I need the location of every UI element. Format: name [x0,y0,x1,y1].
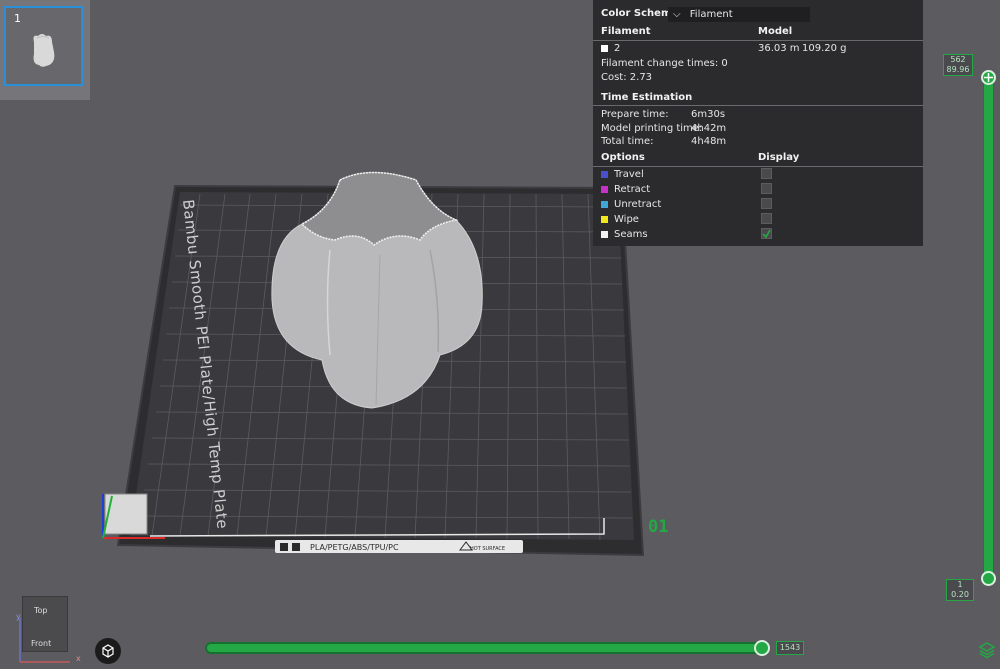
filament-color-swatch [601,44,608,52]
option-label: Travel [614,169,644,180]
filament-change-times: Filament change times: 0 [601,58,728,69]
plate-index-label: 01 [648,517,668,537]
option-label: Wipe [614,214,639,225]
option-seams: Seams [601,229,648,240]
display-header: Display [758,152,800,163]
layer-slider-track[interactable] [983,78,994,580]
unretract-color-swatch [601,200,608,208]
travel-display-checkbox[interactable] [761,168,772,179]
travel-color-swatch [601,170,608,178]
top-layer-height: 89.96 [946,65,970,74]
hot-surface-label: HOT SURFACE [470,546,505,552]
seams-color-swatch [601,230,608,238]
reset-view-button[interactable] [95,638,121,664]
top-layer-number: 562 [950,55,966,64]
filament-weight: 109.20 g [802,43,847,54]
option-retract: Retract [601,184,650,195]
option-label: Retract [614,184,651,195]
option-label: Unretract [614,199,662,210]
color-scheme-label: Color Scheme [601,8,679,19]
total-time-value: 4h48m [691,136,727,147]
filament-header: Filament [601,26,651,37]
qr-icon [280,543,288,551]
layer-slider-top-handle[interactable] [981,70,996,85]
model-header: Model [758,26,793,37]
color-scheme-value: Filament [689,9,733,20]
chevron-down-icon: ⌵ [673,9,681,20]
gcode-legend-panel: Color Scheme ⌵ Filament Filament Model 2… [593,0,923,246]
option-wipe: Wipe [601,214,639,225]
move-slider-handle[interactable] [754,640,770,656]
axis-indicator [19,618,70,663]
axis-y-label: y [16,612,21,621]
layers-icon[interactable] [978,641,996,659]
model-printing-time-value: 4h42m [691,123,727,134]
qr-icon [292,543,300,551]
option-travel: Travel [601,169,644,180]
wipe-display-checkbox[interactable] [761,213,772,224]
color-scheme-dropdown[interactable]: ⌵ Filament [668,7,810,22]
retract-color-swatch [601,185,608,193]
layer-slider-bottom-handle[interactable] [981,571,996,586]
prepare-time-value: 6m30s [691,109,726,120]
filament-name: 2 [614,43,621,54]
options-header: Options [601,152,645,163]
filament-row: 2 [601,43,620,54]
time-estimation-header: Time Estimation [601,92,693,103]
move-slider-track[interactable] [205,642,765,654]
bottom-layer-height: 0.20 [951,590,969,599]
option-label: Seams [614,229,648,240]
plus-icon [984,73,993,82]
plate-materials-label: PLA/PETG/ABS/TPU/PC [310,543,399,552]
top-layer-label: 562 89.96 [943,54,973,76]
wipe-color-swatch [601,215,608,223]
cost-text: Cost: 2.73 [601,72,653,83]
unretract-display-checkbox[interactable] [761,198,772,209]
retract-display-checkbox[interactable] [761,183,772,194]
option-unretract: Unretract [601,199,661,210]
checkmark-icon [762,229,771,238]
bottom-layer-label: 1 0.20 [946,579,974,601]
total-time-label: Total time: [601,136,654,147]
navigation-cube[interactable]: Top Front y x [14,592,81,663]
axis-x-label: x [76,654,81,663]
filament-length: 36.03 m [758,43,800,54]
bottom-layer-number: 1 [957,580,963,589]
prepare-time-label: Prepare time: [601,109,669,120]
cube-view-icon [102,644,114,658]
seams-display-checkbox[interactable] [761,228,772,239]
model-printing-time-label: Model printing time: [601,123,703,134]
move-slider-value: 1543 [776,641,804,655]
